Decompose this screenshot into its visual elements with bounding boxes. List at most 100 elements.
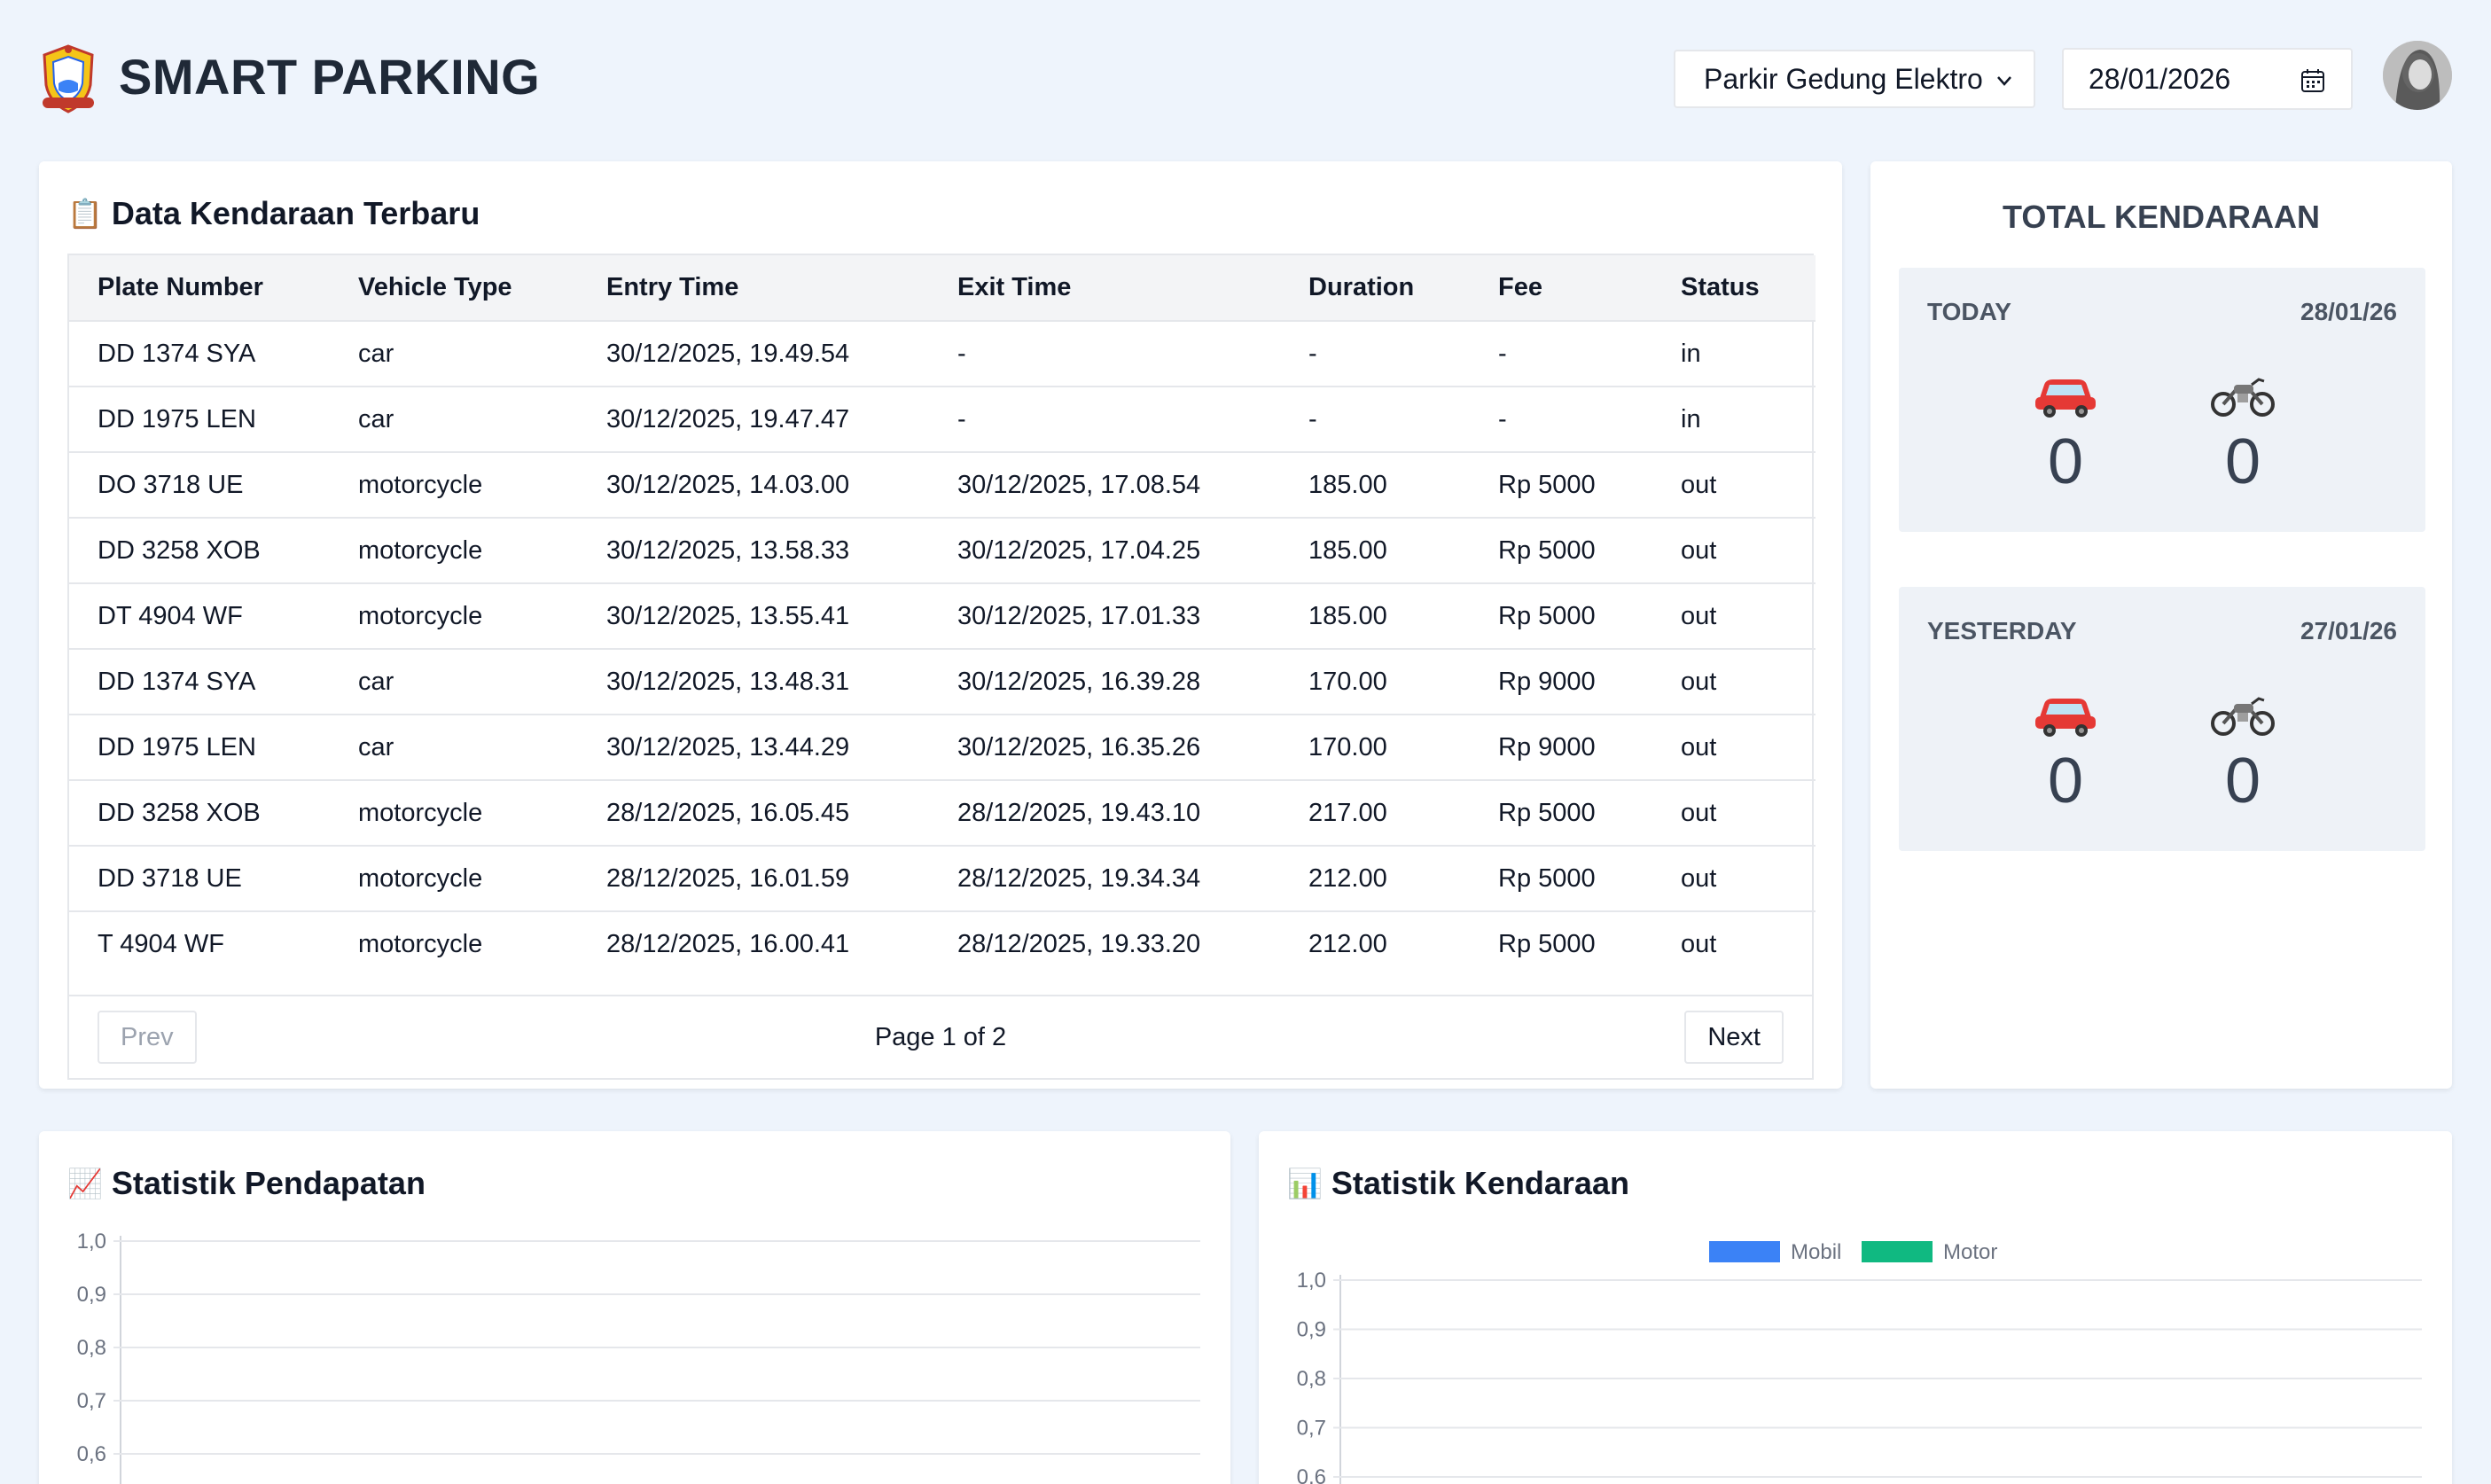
- table-cell: 30/12/2025, 17.08.54: [957, 470, 1201, 499]
- table-row: DD 3718 UE motorcycle 28/12/2025, 16.01.59…: [69, 846, 1816, 911]
- table-cell: Rp 5000: [1498, 863, 1596, 893]
- table-cell: 30/12/2025, 17.04.25: [957, 535, 1201, 565]
- table-cell: DD 1374 SYA: [98, 667, 256, 696]
- table-row: DD 3258 XOB motorcycle 30/12/2025, 13.58.3…: [69, 518, 1816, 583]
- y-tick-label: 0,7: [1297, 1417, 1326, 1441]
- calendar-icon[interactable]: [2300, 67, 2326, 94]
- yesterday-date: 27/01/26: [2300, 617, 2397, 644]
- table-row: DD 1374 SYA car 30/12/2025, 13.48.31 30/12/…: [69, 649, 1816, 715]
- y-tick-label: 0,6: [1297, 1465, 1326, 1484]
- table-cell: 30/12/2025, 16.39.28: [957, 667, 1201, 696]
- vehicle-chart-card: 📊 Statistik Kendaraan 1,0 0,9 0,8 0,7 0,6 Mob…: [1259, 1131, 2452, 1484]
- table-cell: 28/12/2025, 16.00.41: [606, 930, 850, 958]
- y-tick-label: 0,9: [1297, 1318, 1326, 1342]
- table-cell: 28/12/2025, 16.05.45: [606, 798, 850, 827]
- table-row: DT 4904 WF motorcycle 30/12/2025, 13.55.41…: [69, 583, 1816, 649]
- table-cell: -: [1308, 339, 1317, 368]
- table-cell: 30/12/2025, 16.35.26: [957, 732, 1201, 762]
- user-avatar[interactable]: [2383, 41, 2452, 110]
- table-cell: Rp 5000: [1498, 798, 1596, 827]
- table-cell: 28/12/2025, 16.01.59: [606, 863, 850, 893]
- table-cell: motorcycle: [358, 470, 483, 499]
- table-row: DD 1374 SYA car 30/12/2025, 19.49.54 - - - in: [69, 321, 1816, 387]
- table-cell: 217.00: [1308, 798, 1387, 827]
- today-label: TODAY: [1927, 298, 2011, 325]
- column-header: Status: [1681, 273, 1760, 301]
- table-cell: -: [1498, 404, 1507, 433]
- y-tick-label: 0,9: [77, 1283, 106, 1307]
- table-cell: 30/12/2025, 13.58.33: [606, 535, 850, 565]
- table-cell: 212.00: [1308, 863, 1387, 893]
- table-cell: 30/12/2025, 17.01.33: [957, 601, 1201, 630]
- table-cell: 28/12/2025, 19.33.20: [957, 930, 1201, 958]
- recent-vehicles-title: 📋 Data Kendaraan Terbaru: [67, 195, 480, 232]
- yesterday-cars: 0: [2003, 686, 2128, 813]
- column-header: Vehicle Type: [358, 273, 512, 301]
- table-cell: motorcycle: [358, 863, 483, 893]
- next-page-button[interactable]: Next: [1684, 1011, 1784, 1064]
- table-cell: car: [358, 732, 394, 762]
- table-cell: Rp 5000: [1498, 535, 1596, 565]
- table-cell: Rp 9000: [1498, 667, 1596, 696]
- table-cell: Rp 9000: [1498, 732, 1596, 762]
- yesterday-motorcycles-count: 0: [2224, 746, 2261, 816]
- table-cell: Rp 5000: [1498, 470, 1596, 499]
- table-cell: -: [1498, 339, 1507, 368]
- table-cell: car: [358, 339, 394, 368]
- motorcycle-icon: [2211, 697, 2275, 736]
- logo-emblem: [43, 44, 94, 113]
- column-header: Exit Time: [957, 273, 1072, 301]
- yesterday-motorcycles: 0: [2181, 686, 2305, 813]
- table-cell: DD 1975 LEN: [98, 732, 256, 762]
- app-title: SMART PARKING: [119, 49, 541, 105]
- table-cell: 30/12/2025, 13.55.41: [606, 601, 850, 630]
- table-cell: motorcycle: [358, 930, 483, 958]
- y-tick-label: 0,7: [77, 1389, 106, 1413]
- yesterday-cars-count: 0: [2047, 746, 2084, 816]
- total-vehicles-card: TOTAL KENDARAAN TODAY 28/01/26 0 0 YESTE…: [1870, 161, 2452, 1089]
- table-cell: out: [1681, 535, 1717, 565]
- table-cell: 30/12/2025, 13.44.29: [606, 732, 850, 762]
- table-cell: 28/12/2025, 19.43.10: [957, 798, 1201, 827]
- table-cell: Rp 5000: [1498, 930, 1596, 958]
- legend-label-mobil: Mobil: [1791, 1240, 1841, 1264]
- avatar-image: [2383, 41, 2452, 110]
- column-header: Entry Time: [606, 273, 739, 301]
- table-row: T 4904 WF motorcycle 28/12/2025, 16.00.41 2…: [69, 911, 1816, 977]
- pagination: Prev Page 1 of 2 Next: [69, 995, 1812, 1078]
- location-select-value: Parkir Gedung Elektro: [1704, 62, 1983, 95]
- date-input[interactable]: 28/01/2026: [2062, 48, 2353, 110]
- table-cell: 185.00: [1308, 535, 1387, 565]
- table-cell: in: [1681, 404, 1701, 433]
- table-cell: out: [1681, 667, 1717, 696]
- recent-vehicles-card: 📋 Data Kendaraan Terbaru Plate Number Veh…: [39, 161, 1842, 1089]
- yesterday-stat-box: YESTERDAY 27/01/26 0 0: [1899, 587, 2425, 851]
- page-info: Page 1 of 2: [874, 1023, 1007, 1051]
- total-vehicles-title: TOTAL KENDARAAN: [2003, 199, 2320, 235]
- table-cell: DD 1975 LEN: [98, 404, 256, 433]
- table-cell: DD 3258 XOB: [98, 798, 261, 827]
- y-tick-label: 1,0: [77, 1230, 106, 1254]
- table-cell: DD 3258 XOB: [98, 535, 261, 565]
- table-cell: car: [358, 667, 394, 696]
- table-cell: out: [1681, 798, 1717, 827]
- column-header: Fee: [1498, 273, 1542, 301]
- vehicle-chart: 1,0 0,9 0,8 0,7 0,6 Mobil Motor: [1297, 1240, 2422, 1484]
- location-select[interactable]: Parkir Gedung Elektro: [1674, 50, 2035, 108]
- table-cell: 30/12/2025, 13.48.31: [606, 667, 850, 696]
- table-cell: 30/12/2025, 19.47.47: [606, 404, 850, 433]
- table-cell: T 4904 WF: [98, 930, 224, 958]
- table-cell: motorcycle: [358, 535, 483, 565]
- column-header: Plate Number: [98, 273, 263, 301]
- table-cell: out: [1681, 930, 1717, 958]
- y-tick-label: 0,6: [77, 1442, 106, 1466]
- table-row: DO 3718 UE motorcycle 30/12/2025, 14.03.00…: [69, 452, 1816, 518]
- legend-swatch-mobil: [1709, 1241, 1780, 1262]
- table-cell: out: [1681, 601, 1717, 630]
- today-date: 28/01/26: [2300, 298, 2397, 325]
- table-cell: 28/12/2025, 19.34.34: [957, 863, 1201, 893]
- column-header: Duration: [1308, 273, 1415, 301]
- y-tick-label: 1,0: [1297, 1269, 1326, 1293]
- table-cell: motorcycle: [358, 601, 483, 630]
- table-cell: 170.00: [1308, 732, 1387, 762]
